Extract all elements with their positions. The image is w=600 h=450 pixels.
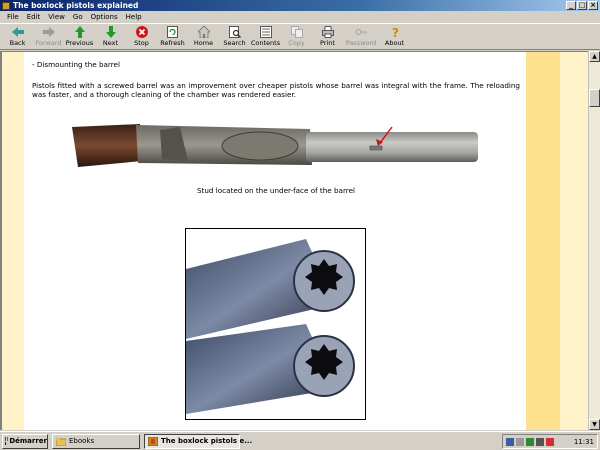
section-heading: - Dismounting the barrel bbox=[32, 60, 120, 69]
article: - Dismounting the barrel Pistols fitted … bbox=[32, 60, 520, 99]
minimize-button[interactable]: _ bbox=[566, 1, 576, 10]
tray-icon-3[interactable] bbox=[526, 437, 534, 446]
contents-icon bbox=[259, 25, 273, 38]
home-button[interactable]: Home bbox=[188, 24, 219, 50]
previous-button[interactable]: Previous bbox=[64, 24, 95, 50]
print-icon bbox=[321, 25, 335, 38]
key-icon bbox=[354, 25, 368, 38]
search-button[interactable]: Search bbox=[219, 24, 250, 50]
task-boxlock-pistols[interactable]: The boxlock pistols e... bbox=[144, 433, 252, 449]
tray-icon-2[interactable] bbox=[516, 437, 524, 446]
forward-arrow-icon bbox=[42, 25, 56, 38]
tray-icon-4[interactable] bbox=[536, 437, 544, 446]
tray-icon-5[interactable] bbox=[546, 437, 554, 446]
back-arrow-icon bbox=[11, 25, 25, 38]
menu-view[interactable]: View bbox=[44, 13, 69, 21]
right-stripe-light bbox=[560, 52, 588, 430]
task-ebooks[interactable]: Ebooks bbox=[52, 433, 140, 449]
next-button[interactable]: Next bbox=[95, 24, 126, 50]
menu-help[interactable]: Help bbox=[122, 13, 146, 21]
scroll-down-button[interactable]: ▼ bbox=[589, 419, 600, 430]
about-button[interactable]: ? About bbox=[379, 24, 410, 50]
barrel-muzzle-photo bbox=[185, 228, 366, 420]
refresh-button[interactable]: Refresh bbox=[157, 24, 188, 50]
password-button[interactable]: Password bbox=[343, 24, 379, 50]
maximize-button[interactable]: □ bbox=[577, 1, 587, 10]
menu-options[interactable]: Options bbox=[87, 13, 122, 21]
print-button[interactable]: Print bbox=[312, 24, 343, 50]
toolbar: Back Forward Previous Next Stop Refresh … bbox=[0, 23, 600, 50]
menu-go[interactable]: Go bbox=[69, 13, 87, 21]
content-area: - Dismounting the barrel Pistols fitted … bbox=[0, 51, 588, 430]
contents-button[interactable]: Contents bbox=[250, 24, 281, 50]
title-bar: The boxlock pistols explained _ □ × bbox=[0, 0, 600, 11]
left-stripe bbox=[2, 52, 24, 430]
start-button[interactable]: Démarrer bbox=[2, 433, 48, 449]
ebook-icon bbox=[147, 436, 159, 446]
scroll-up-icon: ▲ bbox=[592, 53, 597, 60]
window-title: The boxlock pistols explained bbox=[13, 1, 139, 10]
article-paragraph: Pistols fitted with a screwed barrel was… bbox=[32, 81, 520, 99]
tray-icon-1[interactable] bbox=[506, 437, 514, 446]
stop-button[interactable]: Stop bbox=[126, 24, 157, 50]
right-stripe-dark bbox=[526, 52, 560, 430]
windows-logo-icon bbox=[5, 437, 8, 445]
scroll-down-icon: ▼ bbox=[592, 421, 597, 428]
image-caption: Stud located on the under-face of the ba… bbox=[196, 186, 356, 195]
question-icon: ? bbox=[388, 25, 402, 38]
scroll-up-button[interactable]: ▲ bbox=[589, 51, 600, 62]
menu-bar: File Edit View Go Options Help bbox=[0, 11, 600, 22]
down-arrow-icon bbox=[104, 25, 118, 38]
app-icon bbox=[2, 1, 10, 10]
vertical-scrollbar[interactable]: ▲ ▼ bbox=[588, 51, 600, 430]
system-tray: 11:31 bbox=[502, 434, 598, 449]
taskbar: Démarrer Ebooks The boxlock pistols e...… bbox=[0, 431, 600, 450]
svg-text:?: ? bbox=[392, 26, 399, 38]
stop-icon bbox=[135, 25, 149, 38]
menu-file[interactable]: File bbox=[3, 13, 23, 21]
home-icon bbox=[197, 25, 211, 38]
forward-button[interactable]: Forward bbox=[33, 24, 64, 50]
refresh-icon bbox=[166, 25, 180, 38]
back-button[interactable]: Back bbox=[2, 24, 33, 50]
pistol-photo bbox=[72, 124, 478, 167]
folder-icon bbox=[55, 437, 67, 446]
clock: 11:31 bbox=[573, 437, 594, 446]
up-arrow-icon bbox=[73, 25, 87, 38]
search-icon bbox=[228, 25, 242, 38]
menu-edit[interactable]: Edit bbox=[23, 13, 45, 21]
copy-button[interactable]: Copy bbox=[281, 24, 312, 50]
scroll-thumb[interactable] bbox=[589, 89, 600, 107]
copy-icon bbox=[290, 25, 304, 38]
close-button[interactable]: × bbox=[588, 1, 598, 10]
start-label: Démarrer bbox=[9, 437, 47, 445]
